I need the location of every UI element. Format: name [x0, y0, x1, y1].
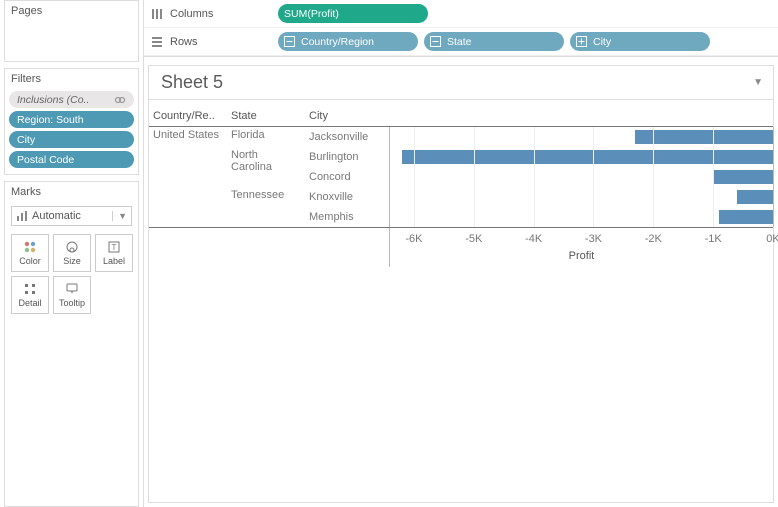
bar-icon — [16, 210, 28, 222]
state-label: NorthCarolina — [227, 147, 305, 187]
marks-detail-label: Detail — [18, 298, 41, 308]
gridline — [713, 127, 714, 227]
set-link-icon — [114, 94, 126, 106]
country-label: United States — [149, 127, 227, 227]
x-tick-label: -2K — [645, 233, 662, 245]
color-icon — [23, 240, 37, 254]
marks-detail-button[interactable]: Detail — [11, 276, 49, 314]
gridline — [414, 127, 415, 227]
x-tick-label: -3K — [585, 233, 602, 245]
marks-label-button[interactable]: T Label — [95, 234, 133, 272]
filter-label: Region: South — [17, 114, 84, 126]
label-icon: T — [107, 240, 121, 254]
marks-color-label: Color — [19, 256, 41, 266]
marks-size-button[interactable]: Size — [53, 234, 91, 272]
sheet-title: Sheet 5 — [161, 72, 223, 93]
marks-tooltip-button[interactable]: Tooltip — [53, 276, 91, 314]
header-city: City — [305, 108, 389, 126]
rows-pill-state[interactable]: State — [424, 32, 564, 51]
gridline — [593, 127, 594, 227]
rows-pill-city[interactable]: City — [570, 32, 710, 51]
x-tick-label: -1K — [705, 233, 722, 245]
expand-icon — [576, 36, 587, 47]
header-country: Country/Re.. — [149, 108, 227, 126]
viz-container: Sheet 5 ▼ Country/Re.. State City United… — [148, 65, 774, 503]
bar[interactable] — [719, 210, 773, 224]
state-label: Florida — [227, 127, 305, 147]
pill-label: Country/Region — [301, 36, 374, 48]
marks-type-label: Automatic — [32, 210, 81, 222]
filter-city[interactable]: City — [9, 131, 134, 148]
filter-label: Postal Code — [17, 154, 74, 166]
filter-inclusions[interactable]: Inclusions (Co.. — [9, 91, 134, 108]
marks-label-label: Label — [103, 256, 125, 266]
marks-type-dropdown[interactable]: Automatic ▼ — [11, 206, 132, 226]
bar[interactable] — [402, 150, 773, 164]
bar[interactable] — [713, 170, 773, 184]
gridline — [534, 127, 535, 227]
filters-panel: Filters Inclusions (Co.. Region: South C… — [4, 68, 139, 175]
pill-label: State — [447, 36, 472, 48]
gridline — [653, 127, 654, 227]
rows-icon — [150, 35, 164, 49]
chart-plot — [389, 127, 773, 227]
chevron-down-icon: ▼ — [112, 211, 127, 221]
marks-color-button[interactable]: Color — [11, 234, 49, 272]
filter-label: City — [17, 134, 35, 146]
columns-icon — [150, 7, 164, 21]
tooltip-icon — [65, 282, 79, 296]
chevron-down-icon[interactable]: ▼ — [753, 77, 763, 88]
filter-label: Inclusions (Co.. — [17, 94, 89, 106]
marks-size-label: Size — [63, 256, 81, 266]
x-tick-label: -4K — [525, 233, 542, 245]
shelves: Columns SUM(Profit) Rows Country/Region — [144, 0, 778, 57]
city-label: Knoxville — [305, 187, 389, 207]
gridline — [474, 127, 475, 227]
collapse-icon — [284, 36, 295, 47]
rows-label: Rows — [170, 36, 198, 48]
columns-pill-profit[interactable]: SUM(Profit) — [278, 4, 428, 23]
marks-tooltip-label: Tooltip — [59, 298, 85, 308]
rows-pill-country[interactable]: Country/Region — [278, 32, 418, 51]
state-label: Tennessee — [227, 187, 305, 227]
bar[interactable] — [635, 130, 773, 144]
pages-title: Pages — [5, 1, 138, 23]
sheet-title-bar[interactable]: Sheet 5 ▼ — [149, 66, 773, 100]
city-label: Memphis — [305, 207, 389, 227]
city-label: Concord — [305, 167, 389, 187]
header-state: State — [227, 108, 305, 126]
svg-text:T: T — [112, 243, 117, 252]
x-tick-label: -5K — [465, 233, 482, 245]
columns-label: Columns — [170, 8, 213, 20]
rows-shelf[interactable]: Rows Country/Region State City — [144, 28, 778, 56]
pill-label: SUM(Profit) — [284, 8, 339, 20]
marks-title: Marks — [5, 182, 138, 204]
collapse-icon — [430, 36, 441, 47]
pill-label: City — [593, 36, 611, 48]
columns-shelf[interactable]: Columns SUM(Profit) — [144, 0, 778, 28]
x-tick-label: 0K — [766, 233, 778, 245]
pages-panel: Pages — [4, 0, 139, 62]
bar[interactable] — [737, 190, 773, 204]
filter-postal[interactable]: Postal Code — [9, 151, 134, 168]
marks-panel: Marks Automatic ▼ Color — [4, 181, 139, 507]
gridline — [773, 127, 774, 227]
filters-title: Filters — [5, 69, 138, 89]
size-icon — [64, 240, 80, 254]
city-label: Jacksonville — [305, 127, 389, 147]
detail-icon — [23, 282, 37, 296]
x-axis-title: Profit — [569, 250, 595, 262]
x-tick-label: -6K — [405, 233, 422, 245]
city-label: Burlington — [305, 147, 389, 167]
filter-region[interactable]: Region: South — [9, 111, 134, 128]
